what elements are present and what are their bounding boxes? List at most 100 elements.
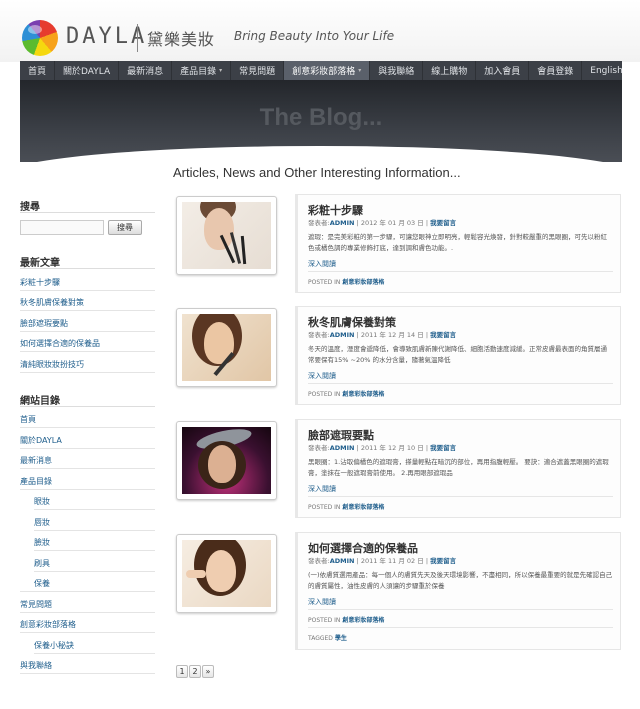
- nav-item-blog[interactable]: 創意彩妝部落格 ▾: [284, 61, 371, 80]
- post-title[interactable]: 如何選擇合適的保養品: [308, 540, 418, 556]
- page-1-button[interactable]: 1: [176, 665, 188, 678]
- sidebar-recent-title: 最新文章: [20, 258, 60, 269]
- post-author[interactable]: ADMIN: [330, 444, 355, 452]
- post-category: POSTED IN 創意彩妝部落格: [308, 277, 384, 286]
- recent-post-link[interactable]: 如何選擇合適的保養品: [20, 338, 100, 349]
- posted-in-label: POSTED IN: [308, 504, 341, 511]
- category-link[interactable]: 最新消息: [20, 455, 52, 466]
- read-more-link[interactable]: 深入閱讀: [308, 259, 336, 269]
- nav-item-home[interactable]: 首頁: [20, 61, 56, 80]
- category-sublink[interactable]: 保養小秘訣: [34, 640, 74, 651]
- read-more-link[interactable]: 深入閱讀: [308, 484, 336, 494]
- tag-link[interactable]: 學生: [335, 635, 347, 642]
- category-link[interactable]: 創意彩妝部落格: [20, 619, 76, 630]
- sidebar-divider: [20, 489, 155, 490]
- post-excerpt: (一)依膚質選用產品：每一個人的膚質先天及後天環境影響，不盡相同，所以保養最重要…: [308, 571, 613, 590]
- category-link[interactable]: 與我聯絡: [20, 660, 52, 671]
- nav-item-news[interactable]: 最新消息: [119, 61, 173, 80]
- nav-item-shop[interactable]: 線上購物: [423, 61, 477, 80]
- post-title[interactable]: 秋冬肌膚保養對策: [308, 314, 396, 330]
- next-page-button[interactable]: »: [202, 665, 214, 678]
- nav-label: 會員登錄: [537, 67, 574, 77]
- chevron-down-icon: ▾: [358, 67, 362, 74]
- post-card: 臉部遮瑕要點 發表者:ADMIN | 2011 年 12 月 10 日 | 我要…: [295, 419, 621, 518]
- read-more-link[interactable]: 深入閱讀: [308, 597, 336, 607]
- nav-label: 產品目錄: [180, 67, 217, 77]
- post-divider: [308, 609, 613, 610]
- read-more-link[interactable]: 深入閱讀: [308, 371, 336, 381]
- posted-in-label: POSTED IN: [308, 391, 341, 398]
- post-thumbnail[interactable]: [176, 308, 277, 387]
- post-author[interactable]: ADMIN: [330, 331, 355, 339]
- post-comment-link[interactable]: 我要留言: [430, 557, 456, 565]
- posted-in-label: POSTED IN: [308, 279, 341, 286]
- posted-in-link[interactable]: 創意彩妝部落格: [342, 617, 384, 624]
- sidebar-divider: [20, 612, 155, 613]
- nav-item-contact[interactable]: 與我聯絡: [370, 61, 424, 80]
- nav-item-english[interactable]: English: [582, 61, 631, 80]
- recent-post-link[interactable]: 清純眼妝妝扮技巧: [20, 359, 84, 370]
- category-link[interactable]: 首頁: [20, 414, 36, 425]
- sidebar-divider: [20, 351, 155, 352]
- category-sublink[interactable]: 眼妝: [34, 496, 50, 507]
- meta-separator: |: [425, 444, 429, 452]
- sidebar-divider: [20, 632, 155, 633]
- banner-title: The Blog...: [259, 104, 383, 131]
- nav-item-faq[interactable]: 常見問題: [231, 61, 285, 80]
- posted-in-link[interactable]: 創意彩妝部落格: [342, 391, 384, 398]
- logo-ball-icon[interactable]: [22, 20, 58, 56]
- posted-in-link[interactable]: 創意彩妝部落格: [342, 504, 384, 511]
- category-link[interactable]: 關於DAYLA: [20, 435, 62, 446]
- recent-post-link[interactable]: 秋冬肌膚保養對策: [20, 297, 84, 308]
- post-author[interactable]: ADMIN: [330, 219, 355, 227]
- post-comment-link[interactable]: 我要留言: [430, 444, 456, 452]
- post-title[interactable]: 臉部遮瑕要點: [308, 427, 374, 443]
- nav-item-products[interactable]: 產品目錄 ▾: [172, 61, 232, 80]
- post-by-label: 發表者:: [308, 331, 330, 339]
- post-excerpt: 冬天的溫度，溼度會遞降低，會導致肌膚新陳代謝降低、細胞活動速度減緩。正常皮膚最表…: [308, 345, 607, 364]
- search-button[interactable]: 搜尋: [108, 220, 142, 235]
- page-heading: Articles, News and Other Interesting Inf…: [173, 165, 461, 180]
- post-excerpt: 黑眼圈：1.沾取偏橘色的遮瑕膏，搽量輕點在暗沉的部位，再用指腹輕壓。 要訣：適合…: [308, 458, 609, 477]
- nav-label: 與我聯絡: [378, 67, 415, 77]
- post-comment-link[interactable]: 我要留言: [430, 331, 456, 339]
- page-2-button[interactable]: 2: [189, 665, 201, 678]
- post-category: POSTED IN 創意彩妝部落格: [308, 615, 384, 624]
- post-author[interactable]: ADMIN: [330, 557, 355, 565]
- nav-label: 最新消息: [127, 67, 164, 77]
- post-thumbnail[interactable]: [176, 534, 277, 613]
- nav-item-join[interactable]: 加入會員: [476, 61, 530, 80]
- meta-separator: |: [356, 557, 359, 565]
- recent-post-link[interactable]: 彩粧十步驟: [20, 277, 60, 288]
- posted-in-link[interactable]: 創意彩妝部落格: [342, 279, 384, 286]
- post-date: 2011 年 12 月 10 日: [360, 444, 424, 452]
- category-link[interactable]: 常見問題: [20, 599, 52, 610]
- logo-wordmark[interactable]: DAYLA: [66, 24, 147, 49]
- search-input[interactable]: [20, 220, 104, 235]
- meta-separator: |: [425, 219, 429, 227]
- sidebar-divider: [34, 530, 155, 531]
- post-title[interactable]: 彩粧十步驟: [308, 202, 363, 218]
- meta-separator: |: [356, 331, 359, 339]
- meta-separator: |: [425, 557, 429, 565]
- category-sublink[interactable]: 臉妝: [34, 537, 50, 548]
- sidebar-divider: [34, 550, 155, 551]
- post-thumbnail[interactable]: [176, 196, 277, 275]
- post-tags: TAGGED 學生: [308, 633, 347, 642]
- nav-label: 首頁: [28, 67, 47, 77]
- nav-item-login[interactable]: 會員登錄: [529, 61, 583, 80]
- post-comment-link[interactable]: 我要留言: [430, 219, 456, 227]
- category-sublink[interactable]: 刷具: [34, 558, 50, 569]
- post-date: 2012 年 01 月 03 日: [360, 219, 424, 227]
- sidebar-divider: [20, 212, 155, 213]
- sidebar-divider: [20, 427, 155, 428]
- post-thumbnail[interactable]: [176, 421, 277, 500]
- sidebar-divider: [20, 448, 155, 449]
- sidebar-divider: [20, 290, 155, 291]
- nav-item-about[interactable]: 關於DAYLA: [55, 61, 120, 80]
- category-sublink[interactable]: 保養: [34, 578, 50, 589]
- sidebar-divider: [20, 673, 155, 674]
- recent-post-link[interactable]: 臉部遮瑕要點: [20, 318, 68, 329]
- category-sublink[interactable]: 唇妝: [34, 517, 50, 528]
- category-link[interactable]: 產品目錄: [20, 476, 52, 487]
